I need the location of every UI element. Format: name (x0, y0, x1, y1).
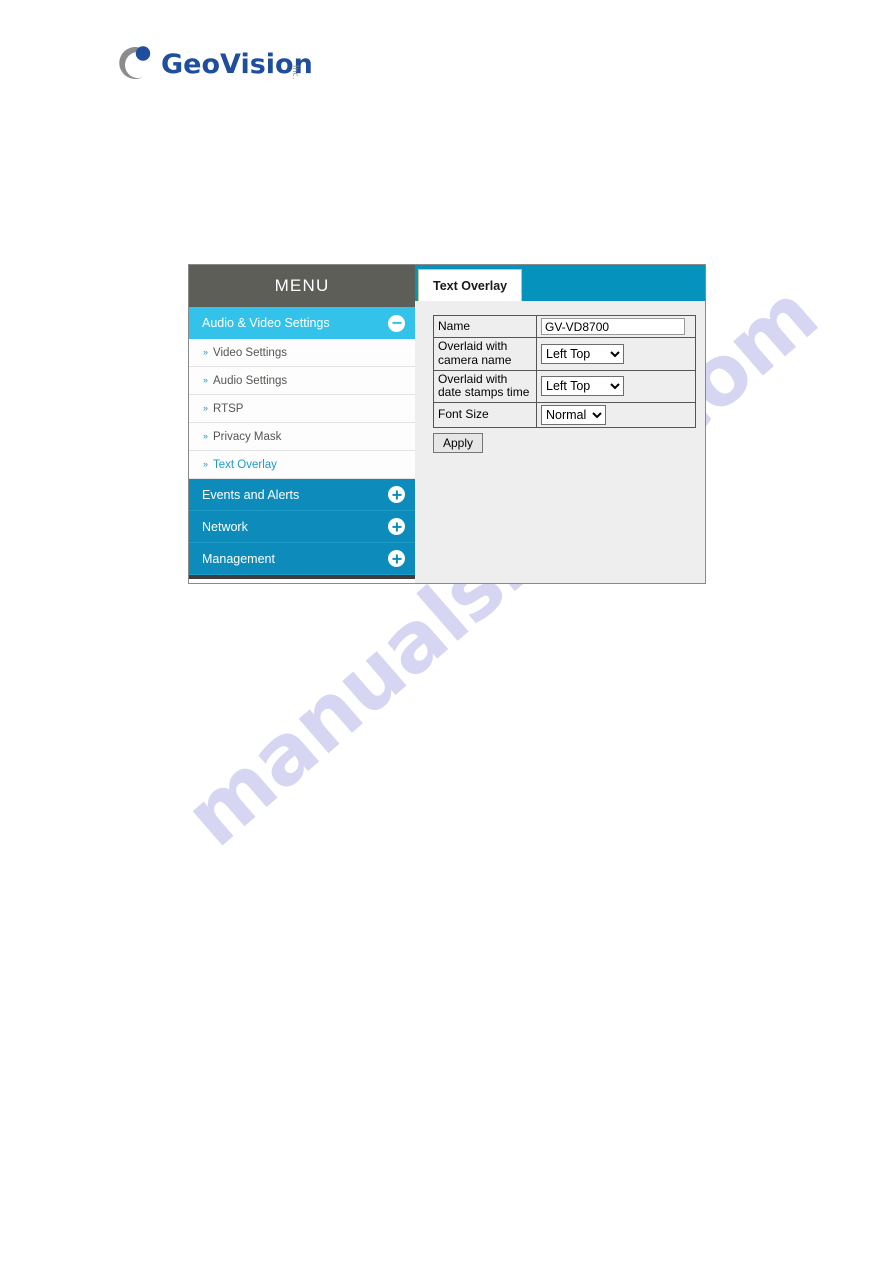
apply-button[interactable]: Apply (433, 433, 484, 454)
sidebar-group-label: Network (202, 519, 248, 534)
label-name: Name (433, 315, 537, 338)
minus-circle-icon[interactable] (388, 314, 405, 332)
chevron-right-icon: » (203, 459, 208, 469)
settings-panel: Name Overlaid with camera name Left Top (415, 301, 705, 583)
sidebar-item-privacy-mask[interactable]: » Privacy Mask (189, 423, 415, 451)
chevron-right-icon: » (203, 375, 208, 385)
sidebar-item-label: Video Settings (213, 346, 287, 359)
sidebar-group-network[interactable]: Network (189, 511, 415, 543)
sidebar-item-audio-settings[interactable]: » Audio Settings (189, 367, 415, 395)
sidebar-item-text-overlay[interactable]: » Text Overlay (189, 451, 415, 479)
sidebar-menu: MENU Audio & Video Settings » Video Sett… (189, 265, 415, 583)
sidebar-item-label: RTSP (213, 402, 244, 415)
geovision-logo-svg: GeoVision Inc. (119, 46, 313, 80)
date-stamp-position-select[interactable]: Left Top (541, 376, 624, 397)
chevron-right-icon: » (203, 431, 208, 441)
camera-web-ui-screenshot: MENU Audio & Video Settings » Video Sett… (188, 264, 706, 584)
field-date-stamp-position-cell: Left Top (536, 369, 696, 404)
tab-text-overlay[interactable]: Text Overlay (418, 269, 523, 301)
form-row-name: Name (433, 315, 696, 338)
plus-circle-icon[interactable] (388, 518, 405, 535)
camera-name-position-select[interactable]: Left Top (541, 343, 624, 364)
sidebar-item-label: Audio Settings (213, 374, 288, 387)
sidebar-item-rtsp[interactable]: » RTSP (189, 395, 415, 423)
plus-circle-icon[interactable] (388, 550, 405, 567)
content-area: Text Overlay Name Overlaid with camera n… (415, 265, 705, 583)
label-font-size: Font Size (433, 402, 537, 429)
chevron-right-icon: » (203, 403, 208, 413)
font-size-select[interactable]: Normal (541, 405, 606, 426)
sidebar-group-label: Management (202, 551, 275, 566)
svg-text:GeoVision: GeoVision (161, 49, 313, 80)
sidebar-group-label: Audio & Video Settings (202, 316, 330, 330)
label-overlaid-with-date-stamps-time: Overlaid with date stamps time (433, 369, 537, 404)
plus-circle-icon[interactable] (388, 486, 405, 503)
tab-bar: Text Overlay (415, 265, 705, 301)
sidebar-filler (189, 579, 415, 583)
svg-text:Inc.: Inc. (291, 65, 300, 79)
text-overlay-form: Name Overlaid with camera name Left Top (433, 315, 696, 429)
sidebar-group-audio-video-settings[interactable]: Audio & Video Settings (189, 307, 415, 339)
chevron-right-icon: » (203, 347, 208, 357)
sidebar-item-label: Text Overlay (213, 458, 277, 471)
form-row-camera-name-position: Overlaid with camera name Left Top (433, 337, 696, 371)
field-name-cell (536, 315, 696, 338)
settings-panel-inner: Name Overlaid with camera name Left Top (433, 315, 705, 454)
form-row-font-size: Font Size Normal (433, 402, 696, 429)
field-font-size-cell: Normal (536, 402, 696, 429)
menu-header: MENU (189, 265, 415, 307)
menu-header-label: MENU (274, 276, 330, 295)
sidebar-group-events-and-alerts[interactable]: Events and Alerts (189, 479, 415, 511)
sidebar-group-management[interactable]: Management (189, 543, 415, 575)
form-row-date-stamp-position: Overlaid with date stamps time Left Top (433, 369, 696, 404)
sidebar-group-label: Events and Alerts (202, 487, 300, 502)
tab-label: Text Overlay (433, 278, 508, 293)
label-overlaid-with-camera-name: Overlaid with camera name (433, 337, 537, 371)
sidebar-item-label: Privacy Mask (213, 430, 282, 443)
sidebar-item-video-settings[interactable]: » Video Settings (189, 339, 415, 367)
field-camera-name-position-cell: Left Top (536, 337, 696, 371)
name-input[interactable] (541, 318, 685, 335)
geovision-logo: GeoVision Inc. (105, 40, 365, 86)
